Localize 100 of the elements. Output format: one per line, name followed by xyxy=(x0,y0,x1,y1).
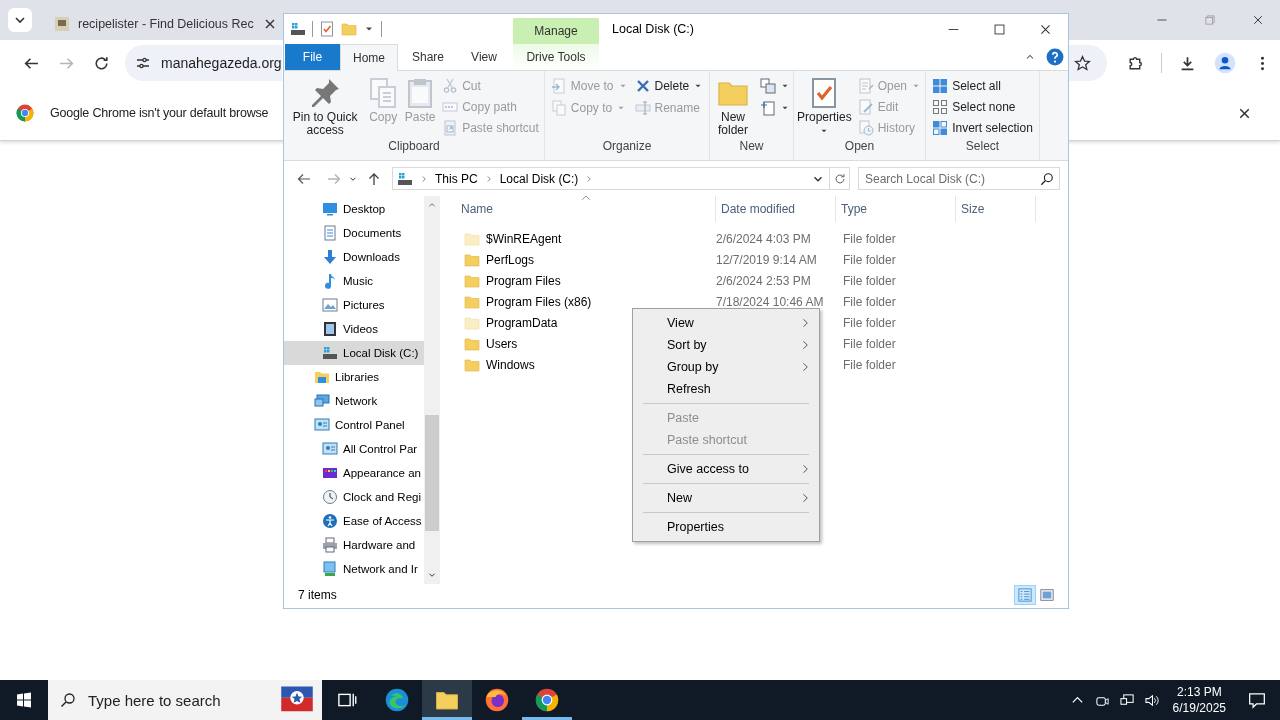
file-name[interactable]: $WinREAgent xyxy=(486,231,562,246)
ribbon-tab[interactable]: View xyxy=(458,44,510,70)
menu-item[interactable]: Sort by xyxy=(635,334,817,356)
refresh-button[interactable] xyxy=(830,167,850,190)
ribbon-button[interactable]: Delete xyxy=(631,75,707,97)
browser-tab[interactable]: recipelister - Find Delicious Rec xyxy=(48,8,282,40)
tab-search-button[interactable] xyxy=(8,8,32,32)
ribbon-button[interactable]: Pin to Quick access xyxy=(286,75,365,139)
type-cell: File folder xyxy=(843,357,896,372)
ribbon-button[interactable]: Properties xyxy=(794,75,854,138)
breadcrumb[interactable]: Local Disk (C:) xyxy=(499,171,579,186)
nav-item[interactable]: Ease of Access xyxy=(284,509,424,533)
nav-item[interactable]: All Control Par xyxy=(284,437,424,461)
document-icon xyxy=(857,77,874,94)
breadcrumb[interactable]: This PC xyxy=(435,171,478,186)
new-document-icon xyxy=(760,100,776,116)
profile-icon[interactable] xyxy=(1214,52,1236,74)
check-document-icon[interactable] xyxy=(319,21,335,37)
nav-item[interactable]: Network and Ir xyxy=(284,557,424,581)
nav-item[interactable]: Clock and Regi xyxy=(284,485,424,509)
nav-item[interactable]: Videos xyxy=(284,317,424,341)
nav-item[interactable]: Downloads xyxy=(284,245,424,269)
menu-item[interactable]: Refresh xyxy=(635,378,817,400)
nav-item[interactable]: Libraries xyxy=(284,365,424,389)
puzzle-icon[interactable] xyxy=(1127,54,1144,72)
network-icon[interactable] xyxy=(1119,692,1135,708)
ribbon-tab[interactable]: Share xyxy=(398,44,458,70)
close-icon[interactable] xyxy=(1252,14,1264,26)
nav-item[interactable]: Hardware and xyxy=(284,533,424,557)
clock-icon xyxy=(322,489,338,505)
taskbar-search-field[interactable]: Type here to search xyxy=(48,680,322,720)
chrome-icon xyxy=(535,688,559,712)
ribbon-tab[interactable]: File xyxy=(285,44,340,70)
down-arrow-icon xyxy=(322,249,338,265)
maximize-icon[interactable] xyxy=(993,22,1006,36)
windows-logo-icon[interactable] xyxy=(16,692,32,708)
taskbar-app-button[interactable] xyxy=(422,680,472,720)
drive-icon xyxy=(322,345,338,361)
nav-item[interactable]: Pictures xyxy=(284,293,424,317)
column-header[interactable]: Type xyxy=(836,196,956,222)
copy-icon xyxy=(550,100,567,116)
column-header[interactable]: Date modified xyxy=(716,196,836,222)
type-cell: File folder xyxy=(843,315,896,330)
scrollbar[interactable] xyxy=(424,196,440,584)
file-name[interactable]: PerfLogs xyxy=(486,252,535,267)
nav-item[interactable]: Network xyxy=(284,389,424,413)
scrollbar-thumb[interactable] xyxy=(425,415,439,531)
nav-item[interactable]: Local Disk (C:) xyxy=(284,341,424,365)
file-name[interactable]: Windows xyxy=(486,357,535,372)
menu-item[interactable]: New xyxy=(635,487,817,509)
speaker-icon[interactable] xyxy=(1144,692,1160,708)
search-field[interactable]: Search Local Disk (C:) xyxy=(858,167,1060,190)
help-icon[interactable] xyxy=(1046,48,1064,66)
search-icon xyxy=(1040,172,1054,186)
refresh-icon xyxy=(832,171,847,186)
ribbon-button[interactable]: New folder xyxy=(710,75,756,139)
address-bar[interactable]: manahegazeda.org xyxy=(125,45,282,81)
notification-icon[interactable] xyxy=(1248,691,1266,709)
file-name[interactable]: Program Files xyxy=(486,273,561,288)
browser-logo-icon xyxy=(16,104,34,122)
contextual-tab-group: Manage xyxy=(513,18,599,44)
control-panel-icon xyxy=(322,441,338,457)
date-cell: 7/18/2024 10:46 AM xyxy=(716,294,824,309)
nav-item[interactable]: Music xyxy=(284,269,424,293)
menu-item[interactable]: Give access to xyxy=(635,458,817,480)
nav-item[interactable]: Appearance an xyxy=(284,461,424,485)
download-icon[interactable] xyxy=(1179,54,1196,72)
group-label: Select xyxy=(964,139,1001,155)
column-header[interactable]: Size xyxy=(956,196,1036,222)
address-field[interactable]: This PC Local Disk (C:) xyxy=(392,167,830,190)
type-cell: File folder xyxy=(843,294,896,309)
nav-item[interactable]: Desktop xyxy=(284,197,424,221)
file-name[interactable]: Program Files (x86) xyxy=(486,294,592,309)
star-icon[interactable] xyxy=(1074,54,1092,72)
ribbon-button[interactable]: Select none xyxy=(929,96,1036,118)
ribbon-tab[interactable]: Drive Tools xyxy=(513,44,599,70)
group-label: Clipboard xyxy=(387,139,441,155)
date-cell: 2/6/2024 2:53 PM xyxy=(716,273,811,288)
item-count: 7 items xyxy=(298,588,337,602)
menu-item[interactable]: Group by xyxy=(635,356,817,378)
address-bar-end[interactable] xyxy=(1069,45,1107,81)
nav-item[interactable]: Control Panel xyxy=(284,413,424,437)
ribbon-tab[interactable]: Home xyxy=(340,44,398,71)
ribbon-button[interactable]: Invert selection xyxy=(929,117,1036,139)
clock-document-icon xyxy=(857,120,874,137)
clock-time[interactable]: 2:13 PM xyxy=(1176,684,1222,700)
ribbon-button[interactable]: Select all xyxy=(929,75,1036,97)
column-header[interactable]: Name xyxy=(456,196,716,222)
file-name[interactable]: Users xyxy=(486,336,518,351)
image-icon xyxy=(322,297,338,313)
menu-item[interactable]: View xyxy=(635,312,817,334)
url-text: manahegazeda.org xyxy=(161,55,282,71)
file-name[interactable]: ProgramData xyxy=(486,315,558,330)
nav-item[interactable]: Documents xyxy=(284,221,424,245)
type-cell: File folder xyxy=(843,231,896,246)
site-settings-icon[interactable] xyxy=(135,55,151,71)
close-icon[interactable] xyxy=(1039,22,1052,36)
clock-date[interactable]: 6/19/2025 xyxy=(1172,700,1226,716)
reload-icon[interactable] xyxy=(93,54,110,72)
menu-item[interactable]: Properties xyxy=(635,516,817,538)
